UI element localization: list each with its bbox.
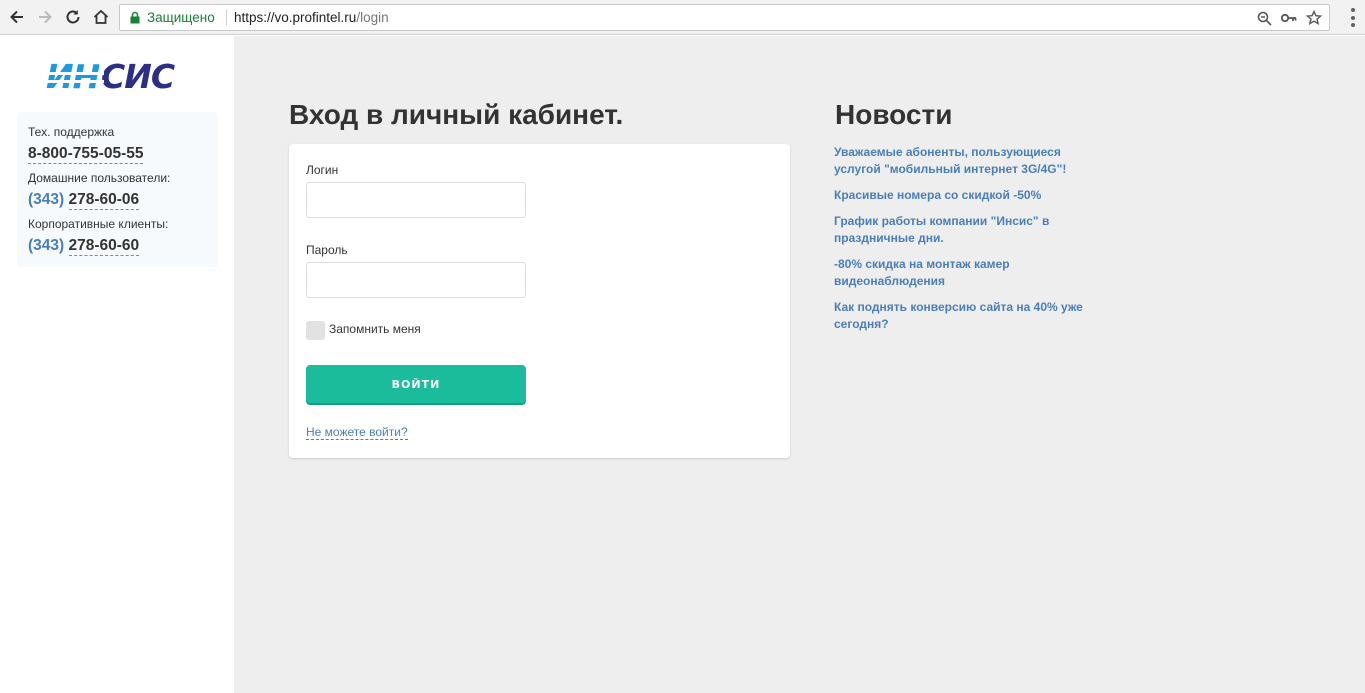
news-item[interactable]: Уважаемые абоненты, пользующиеся услугой…	[834, 144, 1084, 178]
home-phone-code: (343)	[28, 191, 65, 208]
support-label: Тех. поддержка	[28, 125, 115, 139]
logo-stripe	[44, 72, 104, 75]
forward-icon[interactable]	[33, 5, 57, 29]
reload-icon[interactable]	[61, 5, 85, 29]
news-item[interactable]: -80% скидка на монтаж камер видеонаблюде…	[834, 256, 1084, 290]
omnibox-separator	[226, 10, 227, 26]
corporate-phone-code: (343)	[28, 237, 65, 254]
news-item[interactable]: График работы компании "Инсис" в праздни…	[834, 213, 1084, 247]
remember-me-label[interactable]: Запомнить меня	[329, 322, 421, 336]
home-phone-number: 278-60-06	[68, 191, 140, 210]
corporate-phone-number: 278-60-60	[68, 237, 140, 256]
logo-stripe	[44, 80, 104, 83]
contacts-panel: Тех. поддержка 8-800-755-05-55 Домашние …	[17, 112, 218, 267]
key-icon[interactable]	[1280, 9, 1298, 27]
news-item[interactable]: Красивые номера со скидкой -50%	[834, 187, 1084, 204]
corporate-label: Корпоративные клиенты:	[28, 217, 169, 231]
url-host: https://vo.profintel.ru	[234, 10, 357, 25]
back-icon[interactable]	[5, 5, 29, 29]
url-path: /login	[356, 10, 389, 25]
browser-toolbar: Защищено https://vo.profintel.ru/login	[0, 0, 1365, 35]
password-label: Пароль	[306, 243, 348, 257]
cant-login-link[interactable]: Не можете войти?	[306, 425, 408, 440]
login-form: Логин Пароль Запомнить меня ВОЙТИ Не мож…	[289, 144, 790, 458]
news-title: Новости	[835, 99, 953, 130]
zoom-icon[interactable]	[1255, 9, 1273, 27]
login-title: Вход в личный кабинет.	[289, 99, 624, 130]
corporate-phone[interactable]: (343) 278-60-60	[28, 237, 140, 256]
remember-me-checkbox[interactable]	[306, 321, 325, 340]
lock-icon	[130, 11, 140, 24]
news-item[interactable]: Как поднять конверсию сайта на 40% уже с…	[834, 299, 1084, 333]
news-list: Уважаемые абоненты, пользующиеся услугой…	[834, 144, 1084, 342]
logo-part-in: ИН	[46, 57, 100, 96]
password-input[interactable]	[306, 262, 526, 298]
browser-menu-icon[interactable]	[1351, 8, 1355, 27]
home-phone[interactable]: (343) 278-60-06	[28, 191, 140, 210]
login-label: Логин	[306, 163, 339, 177]
secure-label: Защищено	[147, 10, 215, 25]
login-button[interactable]: ВОЙТИ	[306, 365, 526, 403]
insis-logo[interactable]: ИН СИС	[44, 58, 190, 96]
url-text[interactable]: https://vo.profintel.ru/login	[234, 10, 389, 25]
home-icon[interactable]	[89, 5, 113, 29]
home-users-label: Домашние пользователи:	[28, 171, 171, 185]
login-input[interactable]	[306, 182, 526, 218]
logo-part-sis: СИС	[101, 57, 175, 96]
address-bar[interactable]: Защищено https://vo.profintel.ru/login	[119, 4, 1330, 31]
support-phone-number: 8-800-755-05-55	[28, 145, 144, 164]
support-phone[interactable]: 8-800-755-05-55	[28, 145, 144, 164]
star-icon[interactable]	[1305, 9, 1323, 27]
